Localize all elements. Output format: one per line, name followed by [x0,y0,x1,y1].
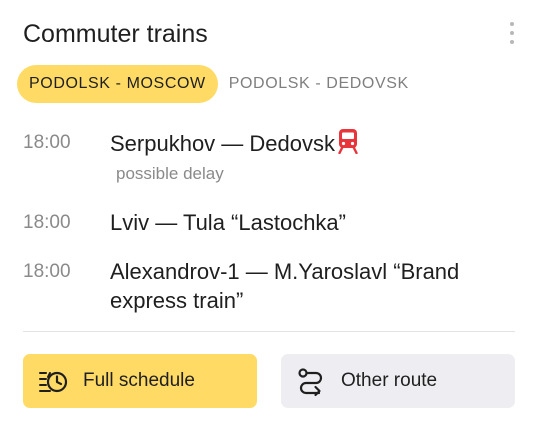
departure-time: 18:00 [23,212,71,233]
train-route: Alexandrov-1 — M.Yaroslavl “Brand expres… [110,259,460,313]
other-route-button[interactable]: Other route [281,354,515,408]
widget-title: Commuter trains [23,20,208,48]
departure-time: 18:00 [23,132,71,153]
train-route: Lviv — Tula “Lastochka” [110,210,346,235]
route-name: Serpukhov — Dedovsk [110,131,335,156]
train-route: Serpukhov — Dedovsk [110,128,505,161]
other-route-label: Other route [341,370,438,391]
route-switch-icon [295,365,327,397]
delay-note: possible delay [116,164,224,183]
menu-dot [510,31,514,35]
divider [23,331,515,332]
schedule-clock-icon [37,365,69,397]
commuter-trains-widget: Commuter trains PODOLSK - MOSCOW PODOLSK… [0,0,537,429]
departure-time: 18:00 [23,261,71,282]
full-schedule-label: Full schedule [83,370,195,391]
route-tabs: PODOLSK - MOSCOW PODOLSK - DEDOVSK [17,65,409,103]
full-schedule-button[interactable]: Full schedule [23,354,257,408]
menu-dot [510,40,514,44]
tab-podolsk-dedovsk[interactable]: PODOLSK - DEDOVSK [229,74,409,94]
train-icon [338,128,358,161]
kebab-menu-icon[interactable] [505,22,519,44]
menu-dot [510,22,514,26]
tab-podolsk-moscow[interactable]: PODOLSK - MOSCOW [17,65,218,103]
